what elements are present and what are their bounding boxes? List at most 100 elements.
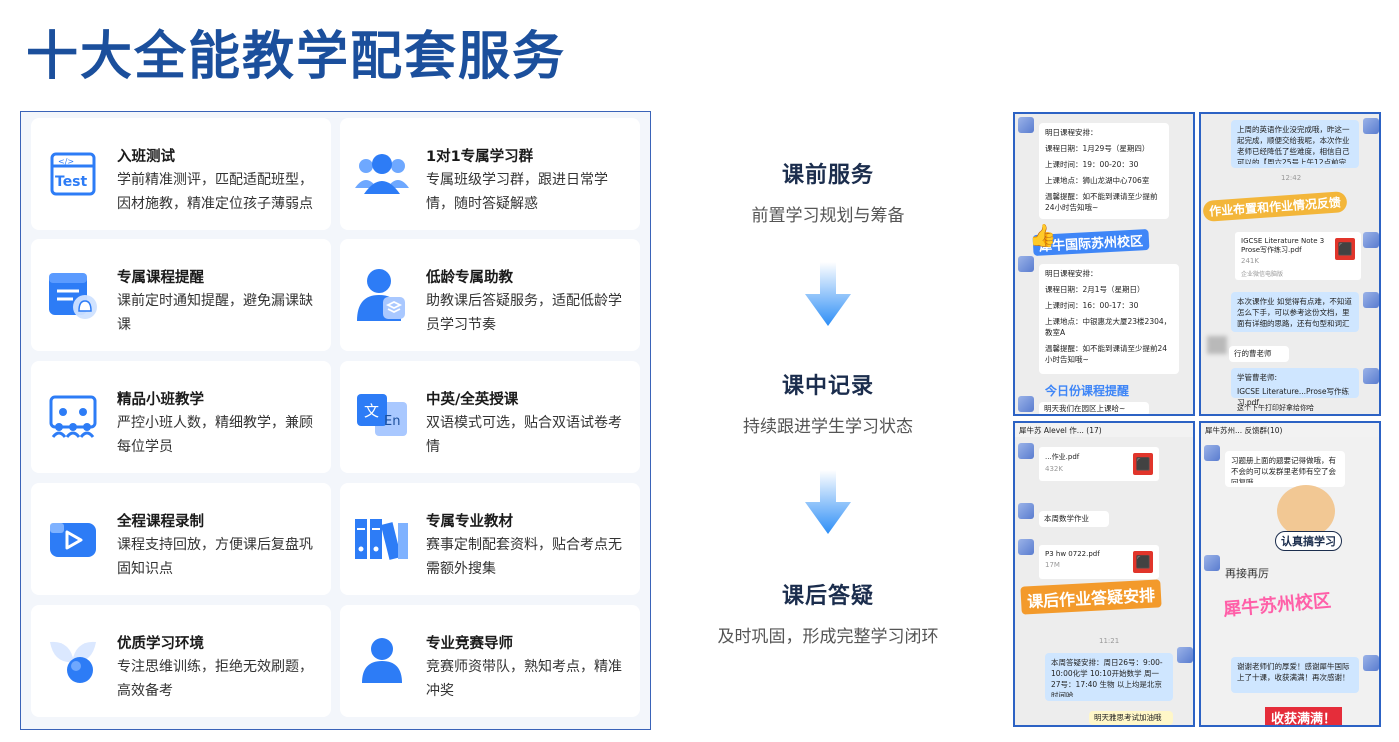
message-text: 本周答疑安排：周日26号：9:00-10:00化学 10:10开始数学 周一27…: [1051, 658, 1163, 697]
message-text: 课程日期：1月29号（星期四）: [1045, 144, 1150, 153]
timestamp: 11:21: [1099, 637, 1120, 645]
pdf-icon: ⬛: [1335, 238, 1355, 260]
message-text: 温馨提醒：如不能到课请至少提前24小时告知哦~: [1045, 344, 1168, 364]
card-desc: 专属班级学习群，跟进日常学情，随时答疑解惑: [426, 172, 608, 212]
message-text: 上课地点：中银惠龙大厦23楼2304，教室A: [1045, 317, 1172, 337]
service-card-entrance-test: </> Test 入班测试 学前精准测评，匹配适配班型，因材施教，精准定位孩子薄…: [31, 118, 331, 230]
chat-screenshot-feedback: 犀牛苏州... 反馈群(10) 习题册上面的题要记得做哦，有不会的可以发群里老师…: [1199, 421, 1381, 727]
message-text: 这个下午打印好拿给你哈: [1237, 404, 1314, 412]
file-attachment: ...作业.pdf 432K ⬛: [1039, 447, 1159, 481]
avatar: [1018, 443, 1034, 459]
service-card-recording: 全程课程录制 课程支持回放，方便课后复盘巩固知识点: [31, 483, 331, 595]
message-text: 明日课程安排：: [1045, 269, 1098, 278]
card-desc: 学前精准测评，匹配适配班型，因材施教，精准定位孩子薄弱点: [117, 172, 313, 212]
svg-text:En: En: [384, 414, 400, 429]
message-text: 再接再厉: [1225, 567, 1269, 580]
avatar: [1018, 503, 1034, 519]
services-panel: </> Test 入班测试 学前精准测评，匹配适配班型，因材施教，精准定位孩子薄…: [20, 111, 651, 730]
translate-icon: 文 En: [352, 387, 412, 447]
chat-header: 犀牛苏州... 反馈群(10): [1201, 423, 1379, 437]
card-desc: 双语模式可选，贴合双语试卷考情: [426, 415, 622, 455]
service-card-bilingual: 文 En 中英/全英授课 双语模式可选，贴合双语试卷考情: [340, 361, 640, 473]
flow-step-before-class: 课前服务 前置学习规划与筹备: [690, 157, 966, 226]
service-card-environment: 优质学习环境 专注思维训练，拒绝无效刷题，高效备考: [31, 605, 331, 717]
card-title: 专业竞赛导师: [426, 636, 513, 652]
test-icon: </> Test: [43, 144, 103, 204]
message-text: 谢谢老师们的厚爱！感谢犀牛国际上了十课，收获满满！再次感谢！: [1237, 662, 1350, 682]
service-card-small-class: 精品小班教学 严控小班人数，精细教学，兼顾每位学员: [31, 361, 331, 473]
message-bubble: 明日课程安排： 课程日期：1月29号（星期四） 上课时间：19：00-20：30…: [1039, 123, 1169, 219]
avatar: [1363, 368, 1379, 384]
service-card-materials: 专属专业教材 赛事定制配套资料，贴合考点无需额外搜集: [340, 483, 640, 595]
message-text: 本周数学作业: [1044, 514, 1089, 523]
chat-screenshot-qa: 犀牛苏 Alevel 作... (17) ...作业.pdf 432K ⬛ 本周…: [1013, 421, 1195, 727]
thumbs-up-icon: 👍: [1029, 224, 1057, 249]
mentor-icon: [352, 631, 412, 691]
blurred-avatar: [1207, 336, 1227, 354]
service-card-course-reminder: 专属课程提醒 课前定时通知提醒，避免漏课缺课: [31, 239, 331, 351]
pdf-icon: ⬛: [1133, 453, 1153, 475]
small-class-icon: [43, 387, 103, 447]
avatar: [1018, 396, 1034, 412]
flow-subtitle: 持续跟进学生学习状态: [743, 417, 913, 437]
message-text: 行的曹老师: [1234, 349, 1272, 358]
flow-step-after-class: 课后答疑 及时巩固，形成完整学习闭环: [690, 578, 966, 647]
card-title: 精品小班教学: [117, 392, 204, 408]
svg-text:</>: </>: [58, 157, 74, 166]
card-desc: 竞赛师资带队，熟知考点，精准冲奖: [426, 659, 622, 699]
message-text: 上课时间：16：00-17：30: [1045, 301, 1139, 310]
avatar: [1204, 555, 1220, 571]
card-title: 1对1专属学习群: [426, 149, 534, 165]
badge-harvest: 收获满满！: [1265, 707, 1343, 725]
message-text: 上课时间：19：00-20：30: [1045, 160, 1139, 169]
svg-text:文: 文: [364, 402, 379, 420]
message-bubble: 行的曹老师: [1229, 346, 1289, 362]
avatar: [1363, 655, 1379, 671]
flow-step-during-class: 课中记录 持续跟进学生学习状态: [690, 368, 966, 437]
arrow-down-icon: [805, 470, 851, 534]
avatar: [1018, 256, 1034, 272]
notification-bell-icon: [43, 265, 103, 325]
message-text: 上课地点：狮山龙湖中心706室: [1045, 176, 1150, 185]
avatar: [1363, 232, 1379, 248]
card-desc: 严控小班人数，精细教学，兼顾每位学员: [117, 415, 313, 455]
avatar: [1363, 118, 1379, 134]
arrow-down-icon: [805, 262, 851, 326]
card-title: 入班测试: [117, 149, 175, 165]
message-bubble: 明天我们在园区上课哈~: [1039, 402, 1149, 414]
message-bubble: 本次课作业 如觉得有点难，不知道怎么下手，可以参考这份文档，里面有详细的思路，还…: [1231, 292, 1359, 332]
card-title: 低龄专属助教: [426, 270, 513, 286]
card-desc: 赛事定制配套资料，贴合考点无需额外搜集: [426, 537, 622, 577]
card-title: 中英/全英授课: [426, 392, 519, 408]
message-bubble: 上周的英语作业没完成哦，昨这一起完成，顺便交给我呢，本次作业老师已经降低了些难度…: [1231, 120, 1359, 168]
avatar: [1177, 647, 1193, 663]
card-title: 专属课程提醒: [117, 270, 204, 286]
message-text: 学管曹老师:: [1237, 373, 1278, 382]
svg-text:Test: Test: [55, 174, 88, 190]
message-text: 上周的英语作业没完成哦，昨这一起完成，顺便交给我呢，本次作业老师已经降低了些难度…: [1237, 125, 1350, 164]
message-bubble: 习题册上面的题要记得做哦，有不会的可以发群里老师有空了会回复哦: [1225, 451, 1345, 487]
chat-header: 犀牛苏 Alevel 作... (17): [1015, 423, 1193, 437]
group-users-icon: [352, 144, 412, 204]
message-text: 明天雅思考试加油哦: [1094, 713, 1162, 722]
card-desc: 专注思维训练，拒绝无效刷题，高效备考: [117, 659, 313, 699]
avatar: [1018, 117, 1034, 133]
card-desc: 课前定时通知提醒，避免漏课缺课: [117, 293, 313, 333]
avatar: [1018, 539, 1034, 555]
message-text: 明日课程安排：: [1045, 128, 1098, 137]
overlay-caption: 犀牛苏州校区: [1222, 590, 1332, 621]
file-attachment: P3 hw 0722.pdf 17M ⬛: [1039, 545, 1159, 579]
avatar: [1363, 292, 1379, 308]
message-text: 本次课作业 如觉得有点难，不知道怎么下手，可以参考这份文档，里面有详细的思路，还…: [1237, 297, 1352, 328]
file-attachment: IGCSE Literature Note 3 Prose写作练习.pdf 24…: [1235, 232, 1361, 280]
flow-subtitle: 及时巩固，形成完整学习闭环: [717, 627, 939, 647]
service-card-young-assistant: 低龄专属助教 助教课后答疑服务，适配低龄学员学习节奏: [340, 239, 640, 351]
message-bubble: 本周答疑安排：周日26号：9:00-10:00化学 10:10开始数学 周一27…: [1045, 653, 1173, 701]
card-title: 全程课程录制: [117, 514, 204, 530]
file-source: 企业微信电脑版: [1241, 271, 1284, 278]
flow-title: 课前服务: [781, 163, 874, 188]
message-bubble: 学管曹老师: IGCSE Literature...Prose写作练习.pdf: [1231, 368, 1359, 407]
service-card-study-group: 1对1专属学习群 专属班级学习群，跟进日常学情，随时答疑解惑: [340, 118, 640, 230]
environment-shape-icon: [43, 631, 103, 691]
chat-screenshot-schedule: 明日课程安排： 课程日期：1月29号（星期四） 上课时间：19：00-20：30…: [1013, 112, 1195, 416]
